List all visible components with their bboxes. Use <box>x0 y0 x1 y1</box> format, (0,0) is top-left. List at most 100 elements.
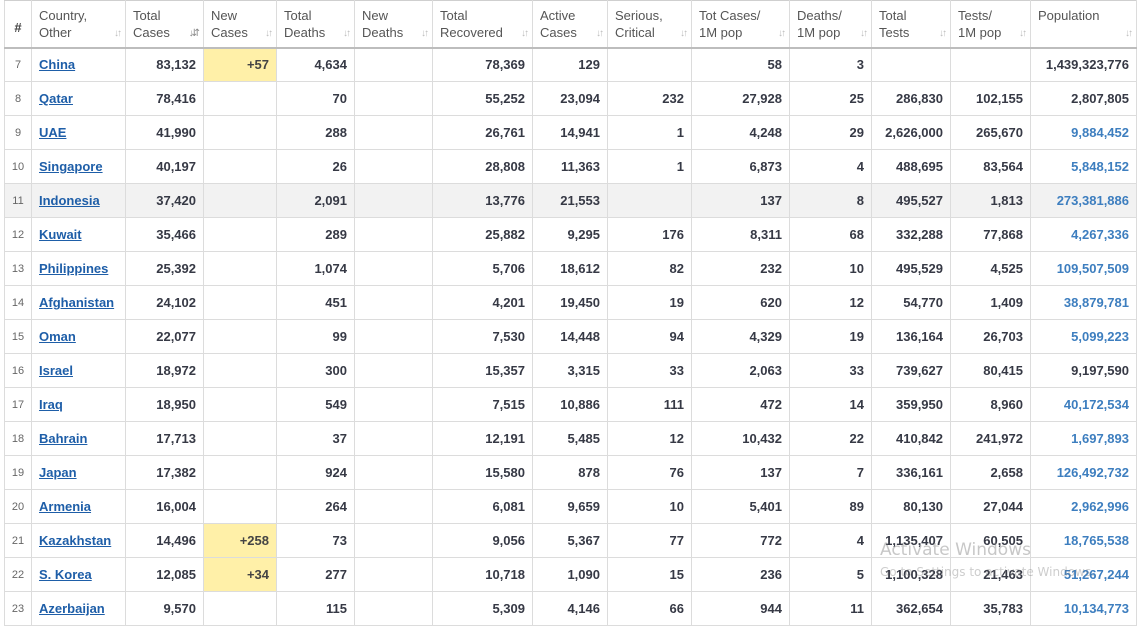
table-row: 20 Armenia 16,004 264 6,081 9,659 10 5,401 89 80,… <box>4 489 1137 524</box>
country-link[interactable]: China <box>39 57 75 72</box>
sort-icon[interactable]: ↓↑ <box>265 25 273 42</box>
sort-icon[interactable]: ↓↑ <box>1019 25 1027 42</box>
cell-population: 5,099,223 <box>1030 319 1137 354</box>
country-link[interactable]: Israel <box>39 363 73 378</box>
country-link[interactable]: Bahrain <box>39 431 87 446</box>
country-link[interactable]: Qatar <box>39 91 73 106</box>
cell-tests-per-1m <box>950 47 1031 82</box>
cell-serious-critical: 19 <box>607 285 692 320</box>
header-col-total-tests[interactable]: Total Tests ↓↑ <box>871 0 951 49</box>
cell-total-deaths: 289 <box>276 217 355 252</box>
sort-icon[interactable]: ↓↑ <box>1125 25 1133 42</box>
cell-total-cases: 22,077 <box>125 319 204 354</box>
cell-total-cases: 17,713 <box>125 421 204 456</box>
table-row: 18 Bahrain 17,713 37 12,191 5,485 12 10,432 22 41… <box>4 421 1137 456</box>
sort-icon[interactable]: ↓↑ <box>939 25 947 42</box>
cell-country: Armenia <box>31 489 126 524</box>
header-col-deaths-per-1m[interactable]: Deaths/1M pop ↓↑ <box>789 0 872 49</box>
sort-icon[interactable]: ↓↑ <box>680 25 688 42</box>
header-col-tests-per-1m[interactable]: Tests/1M pop ↓↑ <box>950 0 1031 49</box>
header-col-cases-per-1m[interactable]: Tot Cases/1M pop ↓↑ <box>691 0 790 49</box>
cell-country: Israel <box>31 353 126 388</box>
cell-cases-per-1m: 6,873 <box>691 149 790 184</box>
header-label-line1: Deaths/ <box>797 8 842 23</box>
cell-tests-per-1m: 27,044 <box>950 489 1031 524</box>
header-label-line2: Recovered <box>440 25 503 40</box>
cell-cases-per-1m: 10,432 <box>691 421 790 456</box>
country-link[interactable]: Kazakhstan <box>39 533 111 548</box>
sort-icon[interactable]: ↓↑ <box>521 25 529 42</box>
header-label-line2: Cases <box>211 25 248 40</box>
header-col-total-cases[interactable]: Total Cases ↓⇵ <box>125 0 204 49</box>
country-link[interactable]: Philippines <box>39 261 108 276</box>
country-link[interactable]: Oman <box>39 329 76 344</box>
country-link[interactable]: Indonesia <box>39 193 100 208</box>
country-link[interactable]: Iraq <box>39 397 63 412</box>
country-link[interactable]: UAE <box>39 125 66 140</box>
table-row: 17 Iraq 18,950 549 7,515 10,886 111 472 14 359,95… <box>4 387 1137 422</box>
cell-cases-per-1m: 620 <box>691 285 790 320</box>
header-col-new-cases[interactable]: New Cases ↓↑ <box>203 0 277 49</box>
cell-rank: 14 <box>4 285 32 320</box>
cell-new-deaths <box>354 251 433 286</box>
sort-icon[interactable]: ↓↑ <box>778 25 786 42</box>
country-link[interactable]: Singapore <box>39 159 103 174</box>
cell-rank: 16 <box>4 353 32 388</box>
cell-deaths-per-1m: 14 <box>789 387 872 422</box>
cell-total-deaths: 924 <box>276 455 355 490</box>
cell-total-recovered: 9,056 <box>432 523 533 558</box>
header-col-population[interactable]: Population ↓↑ <box>1030 0 1137 49</box>
cell-new-cases <box>203 285 277 320</box>
sort-active-icon[interactable]: ↓⇵ <box>189 25 200 42</box>
cell-total-deaths: 277 <box>276 557 355 592</box>
cell-population: 126,492,732 <box>1030 455 1137 490</box>
cell-serious-critical <box>607 183 692 218</box>
cell-population: 1,697,893 <box>1030 421 1137 456</box>
cell-total-deaths: 1,074 <box>276 251 355 286</box>
header-label-line2: Deaths <box>362 25 404 40</box>
country-link[interactable]: Japan <box>39 465 77 480</box>
sort-icon[interactable]: ↓↑ <box>343 25 351 42</box>
sort-icon[interactable]: ↓↑ <box>860 25 868 42</box>
cell-population: 5,848,152 <box>1030 149 1137 184</box>
header-label-line2: Other <box>39 25 72 40</box>
header-label-line1: Total <box>133 8 161 23</box>
cell-tests-per-1m: 2,658 <box>950 455 1031 490</box>
cell-population: 51,267,244 <box>1030 557 1137 592</box>
cell-total-deaths: 73 <box>276 523 355 558</box>
cell-country: China <box>31 47 126 82</box>
cell-cases-per-1m: 5,401 <box>691 489 790 524</box>
cell-total-recovered: 7,530 <box>432 319 533 354</box>
cell-cases-per-1m: 236 <box>691 557 790 592</box>
cell-tests-per-1m: 80,415 <box>950 353 1031 388</box>
header-col-country[interactable]: Country, Other ↓↑ <box>31 0 126 49</box>
country-link[interactable]: Armenia <box>39 499 91 514</box>
sort-icon[interactable]: ↓↑ <box>421 25 429 42</box>
header-col-active-cases[interactable]: Active Cases ↓↑ <box>532 0 608 49</box>
cell-population: 4,267,336 <box>1030 217 1137 252</box>
header-col-total-recovered[interactable]: Total Recovered ↓↑ <box>432 0 533 49</box>
cell-total-tests: 495,527 <box>871 183 951 218</box>
cell-serious-critical: 232 <box>607 81 692 116</box>
cell-active-cases: 5,485 <box>532 421 608 456</box>
cell-deaths-per-1m: 10 <box>789 251 872 286</box>
header-label-line1: Total <box>440 8 468 23</box>
country-link[interactable]: Azerbaijan <box>39 601 105 616</box>
cell-active-cases: 9,659 <box>532 489 608 524</box>
cell-total-cases: 9,570 <box>125 591 204 626</box>
header-col-total-deaths[interactable]: Total Deaths ↓↑ <box>276 0 355 49</box>
country-link[interactable]: S. Korea <box>39 567 92 582</box>
sort-icon[interactable]: ↓↑ <box>596 25 604 42</box>
cell-cases-per-1m: 472 <box>691 387 790 422</box>
country-link[interactable]: Afghanistan <box>39 295 114 310</box>
cell-tests-per-1m: 60,505 <box>950 523 1031 558</box>
cell-total-cases: 12,085 <box>125 557 204 592</box>
country-link[interactable]: Kuwait <box>39 227 82 242</box>
sort-icon[interactable]: ↓↑ <box>114 25 122 42</box>
cell-total-tests: 488,695 <box>871 149 951 184</box>
cell-rank: 22 <box>4 557 32 592</box>
cell-total-recovered: 15,580 <box>432 455 533 490</box>
header-col-serious-critical[interactable]: Serious, Critical ↓↑ <box>607 0 692 49</box>
cell-tests-per-1m: 102,155 <box>950 81 1031 116</box>
header-col-new-deaths[interactable]: New Deaths ↓↑ <box>354 0 433 49</box>
